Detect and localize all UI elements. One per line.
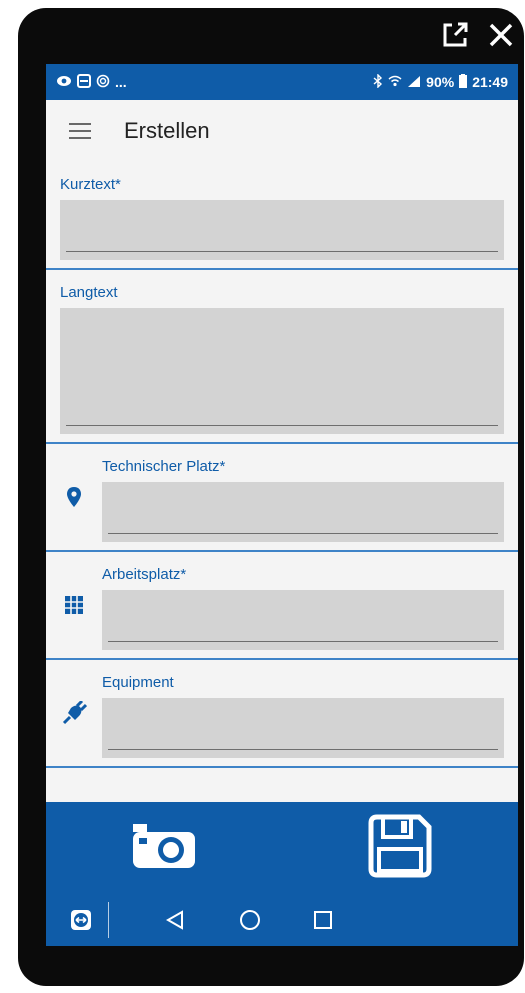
divider: [46, 766, 518, 768]
camera-icon: [131, 822, 197, 875]
bluetooth-icon: [373, 72, 383, 91]
window-controls: [440, 20, 516, 50]
app-screen: ... 90% 21:49 Erstellen Kurztext* Langte…: [46, 64, 518, 946]
wifi-icon: [388, 74, 402, 90]
langtext-input[interactable]: [60, 308, 504, 434]
equipment-field: Equipment: [46, 660, 518, 766]
home-icon[interactable]: [239, 909, 261, 931]
battery-level: 90%: [426, 74, 455, 90]
technischer-platz-input[interactable]: [102, 482, 504, 542]
arbeitsplatz-field: Arbeitsplatz*: [46, 552, 518, 658]
app-bar: Erstellen: [46, 100, 518, 162]
save-button[interactable]: [282, 813, 518, 884]
phone-frame: ... 90% 21:49 Erstellen Kurztext* Langte…: [18, 8, 524, 986]
recent-apps-icon[interactable]: [313, 910, 333, 930]
status-bar: ... 90% 21:49: [46, 64, 518, 100]
nav-divider: [108, 902, 109, 938]
back-icon[interactable]: [165, 910, 185, 930]
clock: 21:49: [472, 74, 508, 90]
building-grid-icon[interactable]: [46, 552, 102, 658]
camera-button[interactable]: [46, 822, 282, 875]
external-link-icon[interactable]: [440, 20, 470, 50]
arbeitsplatz-label: Arbeitsplatz*: [102, 566, 187, 583]
close-icon[interactable]: [486, 20, 516, 50]
page-title: Erstellen: [124, 118, 210, 143]
langtext-field: Langtext: [46, 270, 518, 442]
arbeitsplatz-input[interactable]: [102, 590, 504, 650]
equipment-label: Equipment: [102, 674, 174, 691]
battery-icon: [459, 73, 468, 91]
kurztext-field: Kurztext*: [46, 162, 518, 268]
equipment-input[interactable]: [102, 698, 504, 758]
technischer-platz-label: Technischer Platz*: [102, 458, 226, 475]
langtext-label: Langtext: [60, 284, 118, 301]
bottom-action-bar: [46, 802, 518, 894]
teamviewer-nav-icon[interactable]: [70, 909, 92, 931]
more-notifications: ...: [115, 74, 127, 90]
kurztext-label: Kurztext*: [60, 176, 121, 193]
signal-icon: [407, 74, 421, 90]
hamburger-menu-icon[interactable]: [60, 111, 100, 151]
android-nav-bar: [46, 894, 518, 946]
plug-icon[interactable]: [46, 660, 102, 766]
kurztext-input[interactable]: [60, 200, 504, 260]
technischer-platz-field: Technischer Platz*: [46, 444, 518, 550]
floppy-disk-icon: [367, 813, 433, 884]
camera-lens-icon: [96, 74, 110, 91]
eye-icon: [56, 74, 72, 90]
location-pin-icon[interactable]: [46, 444, 102, 550]
teamviewer-icon: [77, 73, 91, 91]
